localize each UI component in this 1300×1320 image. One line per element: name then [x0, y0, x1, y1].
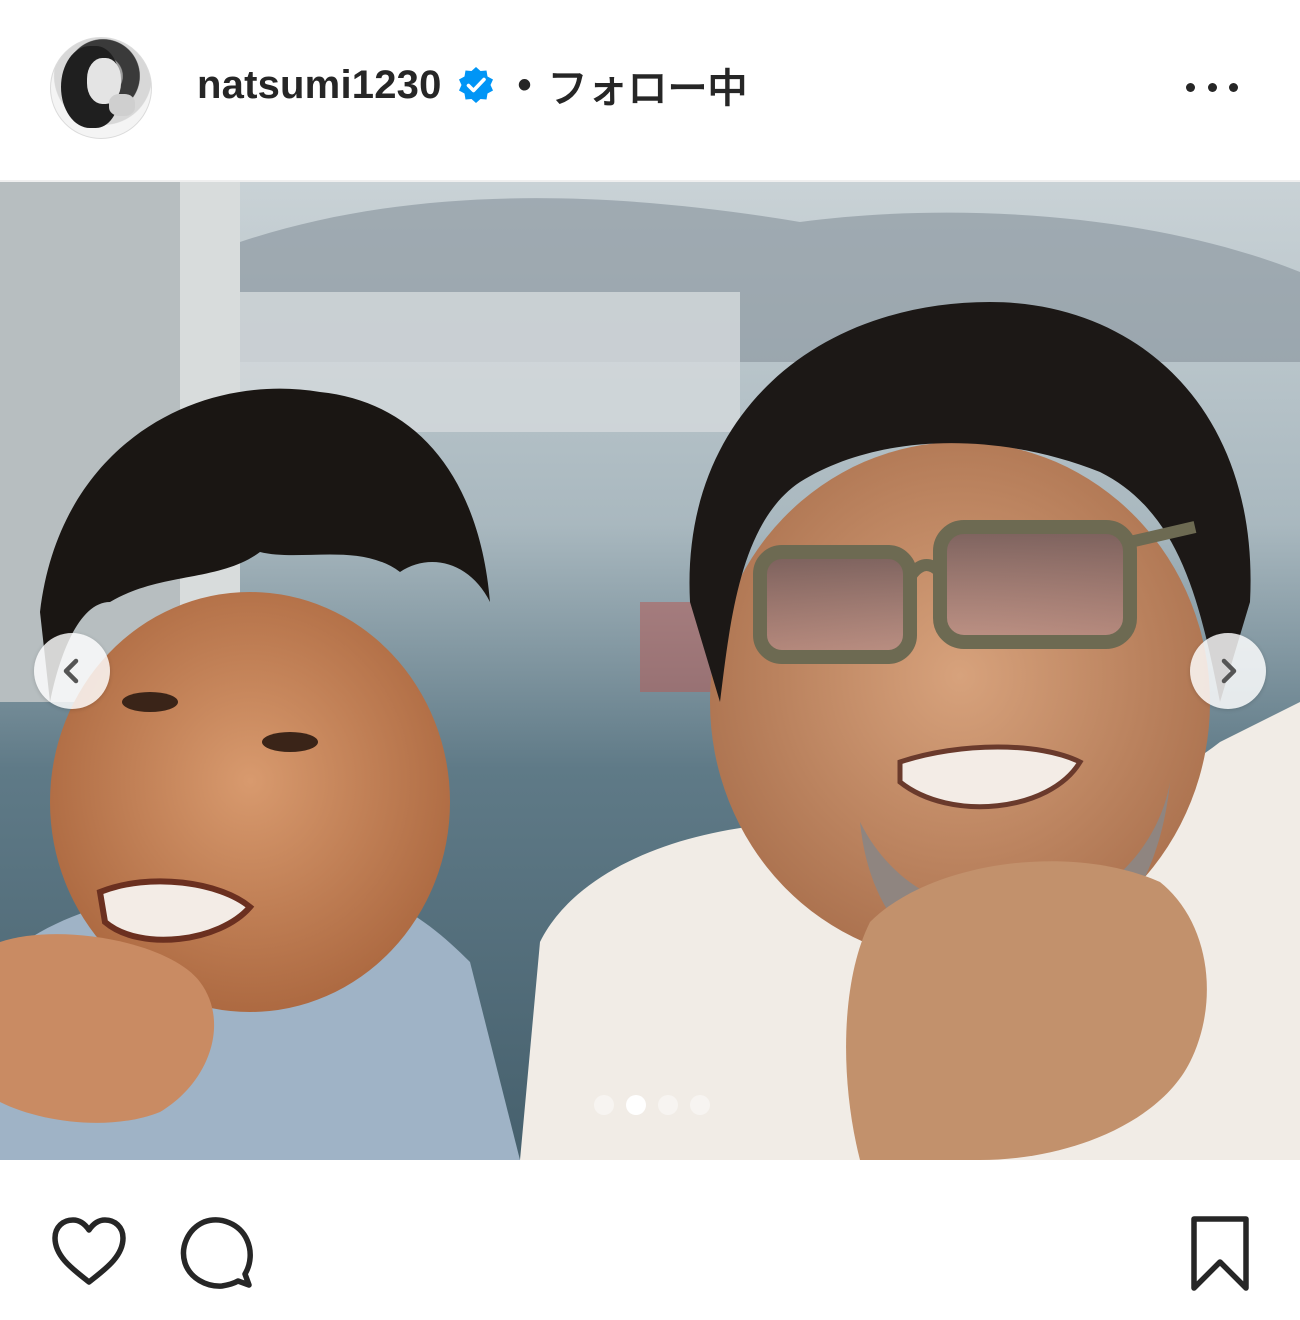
left-man-eye-shape — [262, 732, 318, 752]
more-dot-icon — [1229, 82, 1238, 92]
carousel-next-button[interactable] — [1190, 633, 1266, 709]
carousel-prev-button[interactable] — [34, 633, 110, 709]
photo-illustration — [0, 182, 1300, 1160]
save-button[interactable] — [1188, 1214, 1252, 1294]
avatar-hand-shape — [109, 94, 135, 116]
like-button[interactable] — [50, 1216, 128, 1288]
following-button[interactable]: フォロー中 — [548, 56, 748, 114]
heart-icon — [52, 1217, 126, 1285]
post-photo[interactable] — [0, 182, 1300, 1160]
carousel-dot — [594, 1095, 614, 1115]
username-link[interactable]: natsumi1230 — [197, 63, 442, 108]
verified-badge-icon — [456, 65, 496, 105]
carousel-dot — [690, 1095, 710, 1115]
left-man-eye-shape — [122, 692, 178, 712]
more-dot-icon — [1186, 82, 1195, 92]
post-actions — [0, 1160, 1300, 1320]
chevron-right-icon — [1221, 658, 1237, 684]
more-dot-icon — [1207, 82, 1217, 92]
bookmark-icon — [1191, 1216, 1249, 1291]
chevron-left-icon — [63, 658, 79, 684]
separator-dot: • — [517, 62, 532, 107]
carousel-dot — [626, 1095, 646, 1115]
user-row: natsumi1230 • フォロー中 — [197, 60, 748, 112]
carousel-dot — [658, 1095, 678, 1115]
comment-button[interactable] — [178, 1214, 254, 1290]
carousel-indicator — [594, 1095, 710, 1115]
more-options-button[interactable] — [1180, 70, 1244, 104]
post-header: natsumi1230 • フォロー中 — [0, 0, 1300, 180]
sunglasses-shape — [753, 520, 1137, 664]
comment-bubble-icon — [180, 1217, 253, 1289]
user-avatar[interactable] — [50, 37, 152, 139]
